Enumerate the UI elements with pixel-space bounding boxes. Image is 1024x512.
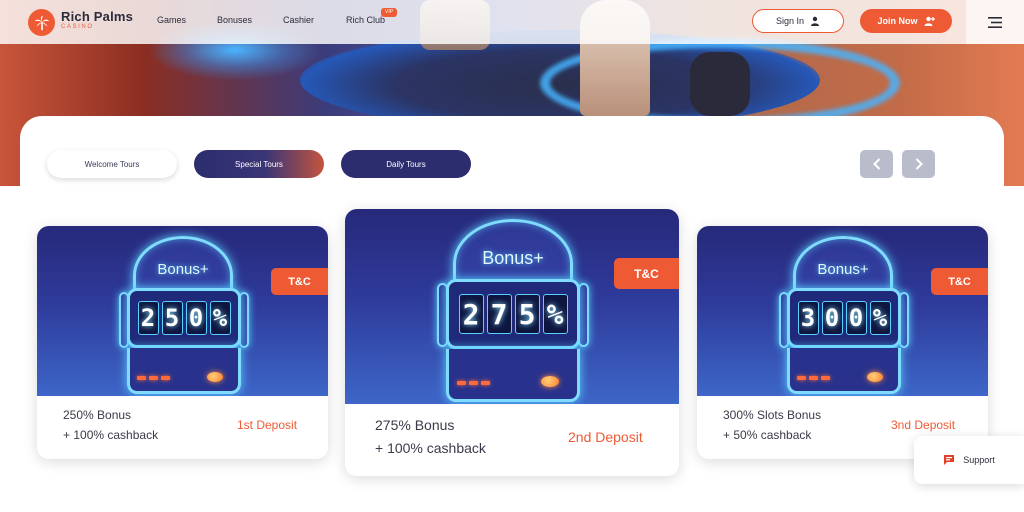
deposit-label: 2nd Deposit bbox=[568, 429, 643, 445]
vip-badge: VIP bbox=[381, 8, 398, 17]
tab-welcome-tours[interactable]: Welcome Tours bbox=[47, 150, 177, 178]
slot-digits: 2 5 0 % bbox=[137, 301, 231, 335]
slot-base bbox=[446, 349, 580, 402]
tc-button[interactable]: T&C bbox=[614, 258, 679, 289]
slot-digits: 3 0 0 % bbox=[797, 301, 891, 335]
slot-machine-illustration: Bonus+ 2 7 5 % bbox=[437, 219, 589, 404]
slot-lights bbox=[137, 376, 170, 380]
slot-lights bbox=[797, 376, 830, 380]
slot-machine-illustration: Bonus+ 3 0 0 % bbox=[779, 236, 909, 396]
bonus-title: 300% Slots Bonus bbox=[723, 408, 822, 422]
slot-screen: 3 0 0 % bbox=[787, 288, 901, 348]
bonus-cashback: + 100% cashback bbox=[375, 440, 486, 456]
slot-lights bbox=[457, 381, 490, 385]
slot-digit: % bbox=[869, 301, 891, 335]
slot-screen: 2 7 5 % bbox=[446, 279, 580, 349]
slot-digit: % bbox=[209, 301, 231, 335]
slot-arch: Bonus+ bbox=[133, 236, 233, 292]
tc-button[interactable]: T&C bbox=[931, 268, 988, 295]
slot-digit: 2 bbox=[458, 294, 484, 334]
nav-item-bonuses[interactable]: Bonuses bbox=[217, 15, 252, 25]
slot-digit: 0 bbox=[845, 301, 867, 335]
slot-button bbox=[207, 372, 223, 382]
slot-digit: 0 bbox=[821, 301, 843, 335]
sign-in-label: Sign In bbox=[775, 16, 805, 26]
slot-digit: % bbox=[542, 294, 568, 334]
slot-digit: 2 bbox=[137, 301, 159, 335]
carousel-prev-button[interactable] bbox=[860, 150, 893, 178]
bonus-title: 250% Bonus bbox=[63, 408, 132, 422]
bonus-card-2[interactable]: Bonus+ 2 7 5 % T&C 275% Bonus + 100% cas… bbox=[345, 209, 679, 476]
brand[interactable]: Rich Palms CASINO bbox=[61, 9, 134, 30]
hamburger-icon-svg bbox=[988, 16, 1002, 28]
slot-digit: 5 bbox=[514, 294, 540, 334]
bonus-cashback: + 50% cashback bbox=[723, 428, 812, 442]
bonus-title: 275% Bonus bbox=[375, 417, 455, 433]
nav-item-cashier[interactable]: Cashier bbox=[283, 15, 314, 25]
slot-arch-label: Bonus+ bbox=[817, 261, 869, 278]
support-label: Support bbox=[963, 455, 995, 465]
bonus-card-body: 275% Bonus + 100% cashback 2nd Deposit bbox=[345, 404, 679, 476]
sign-in-button[interactable]: Sign In bbox=[752, 9, 844, 33]
carousel-next-button[interactable] bbox=[902, 150, 935, 178]
slot-digits: 2 7 5 % bbox=[458, 294, 568, 334]
join-now-button[interactable]: Join Now bbox=[860, 9, 952, 33]
user-icon bbox=[811, 16, 820, 26]
slot-digit: 5 bbox=[161, 301, 183, 335]
hamburger-icon[interactable] bbox=[966, 0, 1024, 44]
bonus-card-1[interactable]: Bonus+ 2 5 0 % T&C 250% Bonus + 100% cas… bbox=[37, 226, 328, 459]
support-button[interactable]: Support bbox=[914, 436, 1024, 484]
user-plus-icon bbox=[924, 16, 935, 26]
slot-screen: 2 5 0 % bbox=[127, 288, 241, 348]
slot-digit: 3 bbox=[797, 301, 819, 335]
chevron-left-icon bbox=[872, 158, 880, 170]
palm-icon[interactable] bbox=[28, 9, 55, 36]
slot-arch: Bonus+ bbox=[793, 236, 893, 292]
bonus-cashback: + 100% cashback bbox=[63, 428, 159, 442]
slot-button bbox=[541, 376, 559, 387]
slot-button bbox=[867, 372, 883, 382]
chat-icon bbox=[944, 455, 955, 465]
tc-button[interactable]: T&C bbox=[271, 268, 328, 295]
brand-sub: CASINO bbox=[61, 24, 94, 30]
bonus-card-image: Bonus+ 2 5 0 % T&C bbox=[37, 226, 328, 396]
bonus-card-3[interactable]: Bonus+ 3 0 0 % T&C 300% Slots Bonus + 50… bbox=[697, 226, 988, 459]
top-nav: Rich Palms CASINO Games Bonuses Cashier … bbox=[0, 0, 1024, 44]
bonus-card-body: 250% Bonus + 100% cashback 1st Deposit bbox=[37, 396, 328, 459]
deposit-label: 1st Deposit bbox=[237, 418, 298, 432]
brand-name: Rich Palms bbox=[61, 9, 134, 24]
slot-arch-label: Bonus+ bbox=[157, 261, 209, 278]
tab-daily-tours[interactable]: Daily Tours bbox=[341, 150, 471, 178]
bonus-card-image: Bonus+ 2 7 5 % T&C bbox=[345, 209, 679, 404]
bonus-card-image: Bonus+ 3 0 0 % T&C bbox=[697, 226, 988, 396]
join-now-label: Join Now bbox=[877, 16, 918, 26]
chevron-right-icon bbox=[915, 158, 923, 170]
palm-logo-svg bbox=[34, 15, 49, 30]
slot-base bbox=[787, 348, 901, 394]
slot-arch-label: Bonus+ bbox=[482, 248, 544, 268]
slot-digit: 0 bbox=[185, 301, 207, 335]
slot-base bbox=[127, 348, 241, 394]
slot-machine-illustration: Bonus+ 2 5 0 % bbox=[119, 236, 249, 396]
deposit-label: 3nd Deposit bbox=[891, 418, 956, 432]
nav-item-rich-club[interactable]: Rich Club bbox=[346, 15, 385, 25]
slot-arch: Bonus+ bbox=[453, 219, 573, 283]
nav-item-games[interactable]: Games bbox=[157, 15, 186, 25]
tab-special-tours[interactable]: Special Tours bbox=[194, 150, 324, 178]
hero-chair bbox=[690, 52, 750, 116]
slot-digit: 7 bbox=[486, 294, 512, 334]
